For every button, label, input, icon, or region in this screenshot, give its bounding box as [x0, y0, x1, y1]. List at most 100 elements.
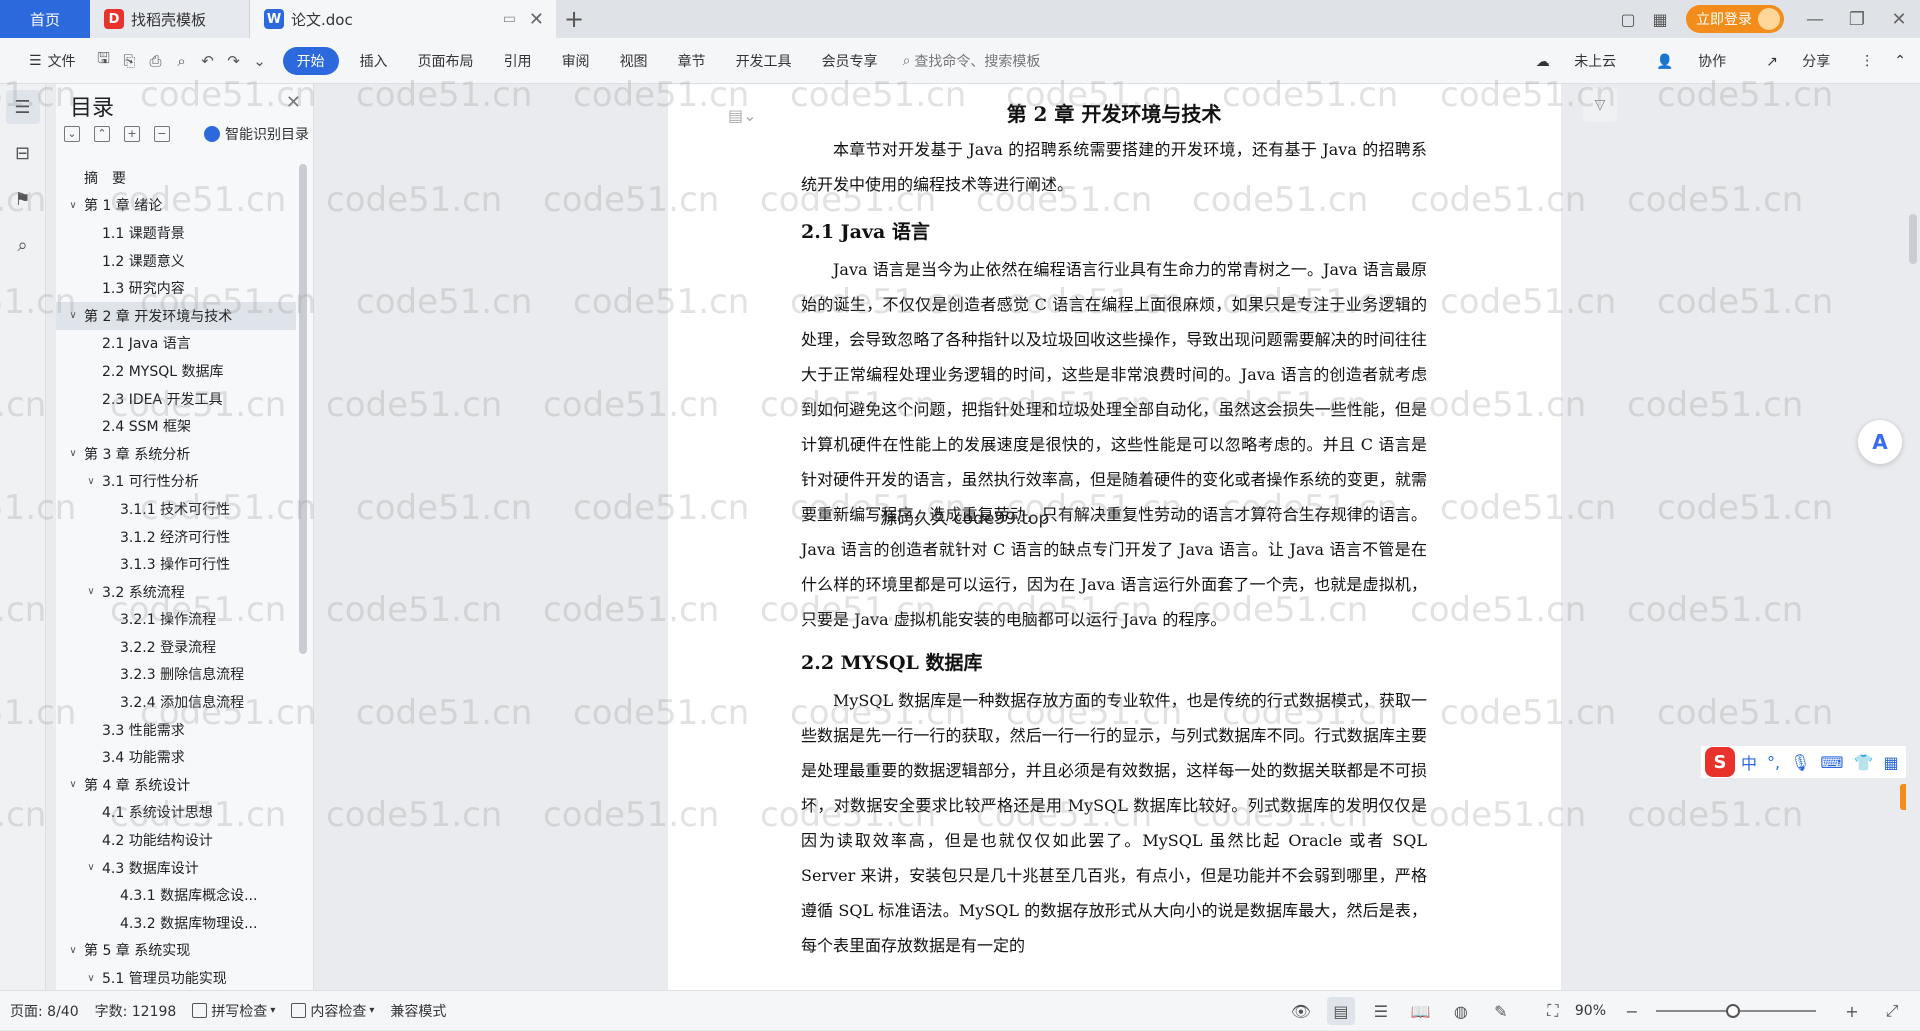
share-button[interactable]: ↗ 分享	[1746, 51, 1830, 71]
zoom-out-icon[interactable]: −	[1618, 997, 1646, 1025]
toc-item[interactable]: ∨第 3 章 系统分析	[56, 440, 296, 468]
close-tab-icon[interactable]: ✕	[529, 9, 544, 30]
outline-view-icon[interactable]: ☰	[1367, 997, 1395, 1025]
toc-scrollbar[interactable]	[299, 164, 307, 654]
file-menu[interactable]: ☰文件	[14, 47, 91, 75]
toc-item[interactable]: 2.4 SSM 框架	[56, 412, 296, 440]
command-search[interactable]: ⌕查找命令、搜索模板	[903, 51, 1041, 71]
toc-item[interactable]: 2.2 MYSQL 数据库	[56, 357, 296, 385]
tab-references[interactable]: 引用	[489, 47, 547, 75]
toc-item[interactable]: 3.3 性能需求	[56, 716, 296, 744]
save-icon[interactable]: 🖫	[91, 48, 117, 74]
toc-item[interactable]: ∨第 1 章 绪论	[56, 192, 296, 220]
search-panel-icon[interactable]: ⌕	[6, 228, 40, 262]
scroll-thumb[interactable]	[1909, 214, 1917, 264]
keyboard-icon[interactable]: ⌨	[1820, 753, 1843, 772]
pen-icon[interactable]: ✎	[1487, 997, 1515, 1025]
tab-start[interactable]: 开始	[283, 47, 339, 75]
chevron-down-icon[interactable]: ∨	[66, 945, 80, 956]
toc-panel-icon[interactable]: ☰	[6, 90, 40, 124]
tab-review[interactable]: 审阅	[547, 47, 605, 75]
toc-item[interactable]: 3.1.1 技术可行性	[56, 495, 296, 523]
chevron-down-icon[interactable]: ∨	[66, 448, 80, 459]
chevron-down-icon[interactable]: ∨	[84, 586, 98, 597]
toc-item[interactable]: ∨第 5 章 系统实现	[56, 937, 296, 965]
toc-item[interactable]: 3.1.2 经济可行性	[56, 523, 296, 551]
new-tab-button[interactable]: +	[556, 0, 592, 38]
document-page[interactable]: ▤⌄ 第 2 章 开发环境与技术 本章节对开发基于 Java 的招聘系统需要搭建…	[668, 84, 1561, 990]
ime-toolbar[interactable]: S 中 °, 🎙 ⌨ 👕 ▦	[1701, 746, 1913, 778]
zoom-knob[interactable]	[1726, 1004, 1740, 1018]
java-paragraph[interactable]: Java 语言是当今为止依然在编程语言行业具有生命力的常青树之一。Java 语言…	[801, 252, 1427, 637]
zoom-slider[interactable]	[1656, 1010, 1816, 1012]
toc-item[interactable]: 2.1 Java 语言	[56, 330, 296, 358]
toc-item[interactable]: ∨5.1 管理员功能实现	[56, 964, 296, 992]
toc-item[interactable]: 4.2 功能结构设计	[56, 826, 296, 854]
tab-page-layout[interactable]: 页面布局	[403, 47, 489, 75]
chevron-down-icon[interactable]: ∨	[84, 476, 98, 487]
toc-item[interactable]: 3.2.3 删除信息流程	[56, 661, 296, 689]
smart-toc-button[interactable]: 智能识别目录	[204, 124, 309, 144]
toc-item[interactable]: 摘 要	[56, 164, 296, 192]
print-icon[interactable]: ⎙	[143, 48, 169, 74]
fullscreen-icon[interactable]: ⤢	[1878, 997, 1906, 1025]
cloud-status-button[interactable]: ☁ 未上云	[1516, 51, 1616, 71]
toc-item[interactable]: ∨3.1 可行性分析	[56, 468, 296, 496]
toc-item[interactable]: 2.3 IDEA 开发工具	[56, 385, 296, 413]
minus-icon[interactable]: −	[154, 126, 170, 142]
tab-document[interactable]: W 论文.doc ▭ ✕	[250, 0, 556, 38]
toc-item[interactable]: ∨第 2 章 开发环境与技术	[56, 302, 296, 330]
chevron-down-icon[interactable]: ∨	[84, 862, 98, 873]
tab-home[interactable]: 首页	[0, 0, 90, 38]
section-heading-java[interactable]: 2.1 Java 语言	[801, 212, 1427, 252]
page-view-icon[interactable]: ▤	[1327, 997, 1355, 1025]
close-window-icon[interactable]: ✕	[1878, 0, 1920, 38]
tab-member[interactable]: 会员专享	[807, 47, 893, 75]
toc-item[interactable]: 4.3.2 数据库物理设...	[56, 909, 296, 937]
print-preview-icon[interactable]: ⌕	[169, 48, 195, 74]
eye-protection-icon[interactable]: 👁	[1287, 997, 1315, 1025]
plus-icon[interactable]: +	[124, 126, 140, 142]
minimize-icon[interactable]: —	[1794, 0, 1836, 38]
tab-developer[interactable]: 开发工具	[721, 47, 807, 75]
export-pdf-icon[interactable]: ⎘	[117, 48, 143, 74]
toc-item[interactable]: 4.1 系统设计思想	[56, 799, 296, 827]
toc-item[interactable]: 1.1 课题背景	[56, 219, 296, 247]
ime-punct[interactable]: °,	[1767, 753, 1780, 772]
microphone-icon[interactable]: 🎙	[1790, 753, 1810, 772]
toolbox-icon[interactable]: ▦	[1883, 753, 1898, 772]
web-view-icon[interactable]: ◍	[1447, 997, 1475, 1025]
toc-item[interactable]: ∨3.2 系统流程	[56, 578, 296, 606]
content-check-button[interactable]: 内容检查▾	[291, 1001, 374, 1021]
tab-insert[interactable]: 插入	[345, 47, 403, 75]
page-options-icon[interactable]: ▤⌄	[728, 106, 757, 125]
reading-view-icon[interactable]: 📖	[1407, 997, 1435, 1025]
more-icon[interactable]: ⋮	[1860, 53, 1874, 69]
collapse-up-icon[interactable]: ⌃	[94, 126, 110, 142]
word-count[interactable]: 字数: 12198	[95, 1001, 177, 1021]
more-chevron-icon[interactable]: ⌄	[247, 48, 273, 74]
assistant-float-icon[interactable]: A	[1858, 420, 1902, 464]
collaborate-button[interactable]: 👤 协作	[1636, 51, 1726, 71]
toc-item[interactable]: ∨4.3 数据库设计	[56, 854, 296, 882]
toc-item[interactable]: 3.1.3 操作可行性	[56, 550, 296, 578]
redo-icon[interactable]: ↷	[221, 48, 247, 74]
chevron-down-icon[interactable]: ∨	[84, 973, 98, 984]
float-window-icon[interactable]: ▭	[503, 11, 516, 27]
filter-icon[interactable]: ▽	[1583, 88, 1617, 122]
zoom-in-icon[interactable]: +	[1838, 997, 1866, 1025]
toc-item[interactable]: 1.2 课题意义	[56, 247, 296, 275]
toc-item[interactable]: ∨第 4 章 系统设计	[56, 771, 296, 799]
tab-template[interactable]: D 找稻壳模板	[90, 0, 250, 38]
chapter-heading[interactable]: 第 2 章 开发环境与技术	[801, 98, 1427, 126]
toc-item[interactable]: 3.2.2 登录流程	[56, 633, 296, 661]
layout-switch-icon[interactable]: ▢	[1612, 3, 1644, 35]
toc-item[interactable]: 3.2.4 添加信息流程	[56, 688, 296, 716]
ime-lang[interactable]: 中	[1741, 750, 1757, 774]
tab-view[interactable]: 视图	[605, 47, 663, 75]
login-button[interactable]: 立即登录	[1686, 5, 1784, 33]
bookmark-icon[interactable]: ⚑	[6, 182, 40, 216]
mysql-paragraph[interactable]: MySQL 数据库是一种数据存放方面的专业软件，也是传统的行式数据模式，获取一些…	[801, 683, 1427, 963]
spell-check-button[interactable]: 拼写检查▾	[192, 1001, 275, 1021]
toc-item[interactable]: 3.4 功能需求	[56, 743, 296, 771]
